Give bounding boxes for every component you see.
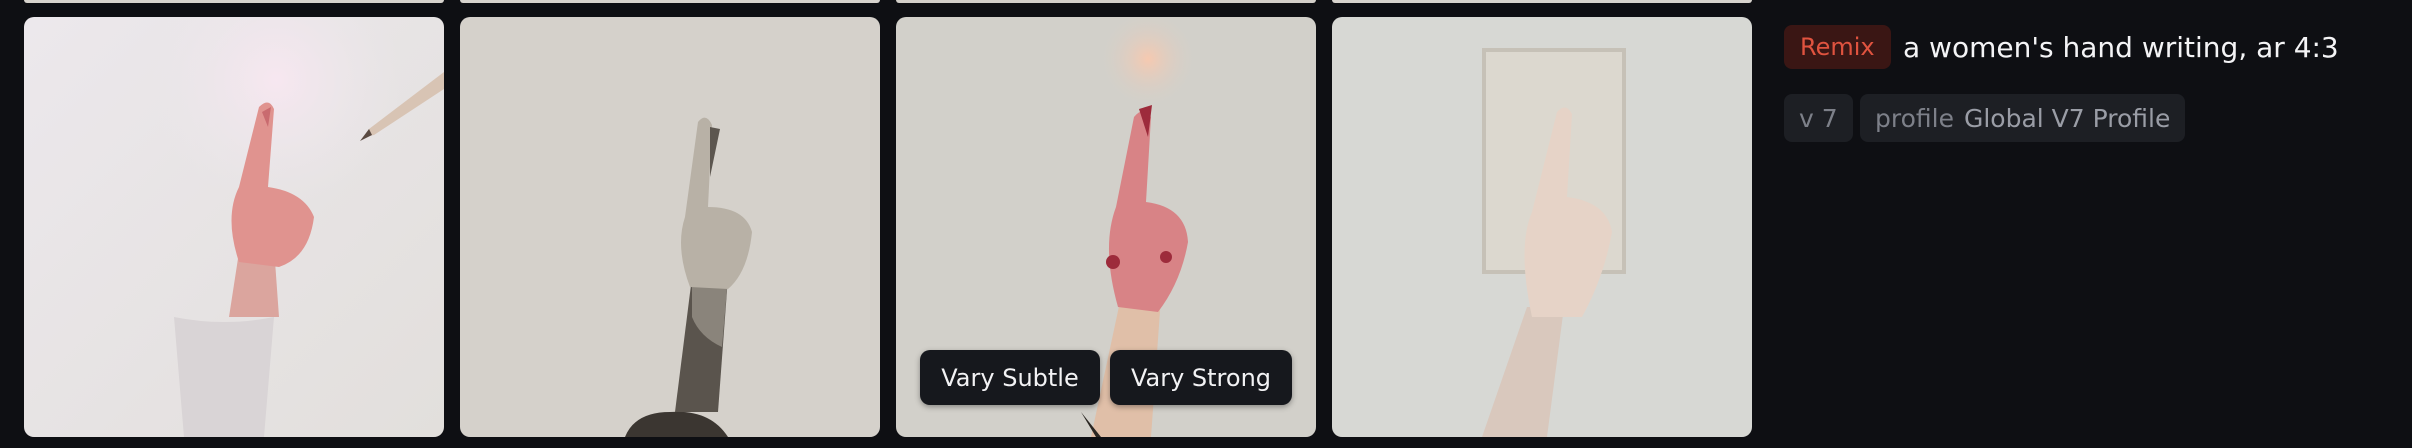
profile-chip[interactable]: profile Global V7 Profile: [1860, 94, 2186, 142]
image-tile-1[interactable]: [24, 17, 444, 437]
profile-chip-key: profile: [1875, 103, 1954, 133]
vary-strong-button[interactable]: Vary Strong: [1110, 350, 1292, 405]
remix-badge[interactable]: Remix: [1784, 25, 1891, 69]
pale-hand-frame-image: [1332, 17, 1752, 437]
version-chip-label: v 7: [1799, 103, 1838, 133]
engraved-hand-image: [460, 17, 880, 437]
previous-row-image-edge: [1332, 0, 1752, 3]
previous-row-image-edge: [24, 0, 444, 3]
version-chip[interactable]: v 7: [1784, 94, 1853, 142]
profile-chip-value: Global V7 Profile: [1963, 103, 2171, 133]
previous-row-image-edge: [896, 0, 1316, 3]
vary-subtle-button[interactable]: Vary Subtle: [920, 350, 1100, 405]
prompt-text: a women's hand writing, ar 4:3: [1903, 30, 2339, 64]
hand-pencil-image: [24, 17, 444, 437]
image-tile-4[interactable]: [1332, 17, 1752, 437]
image-tile-2[interactable]: [460, 17, 880, 437]
previous-row-image-edge: [460, 0, 880, 3]
